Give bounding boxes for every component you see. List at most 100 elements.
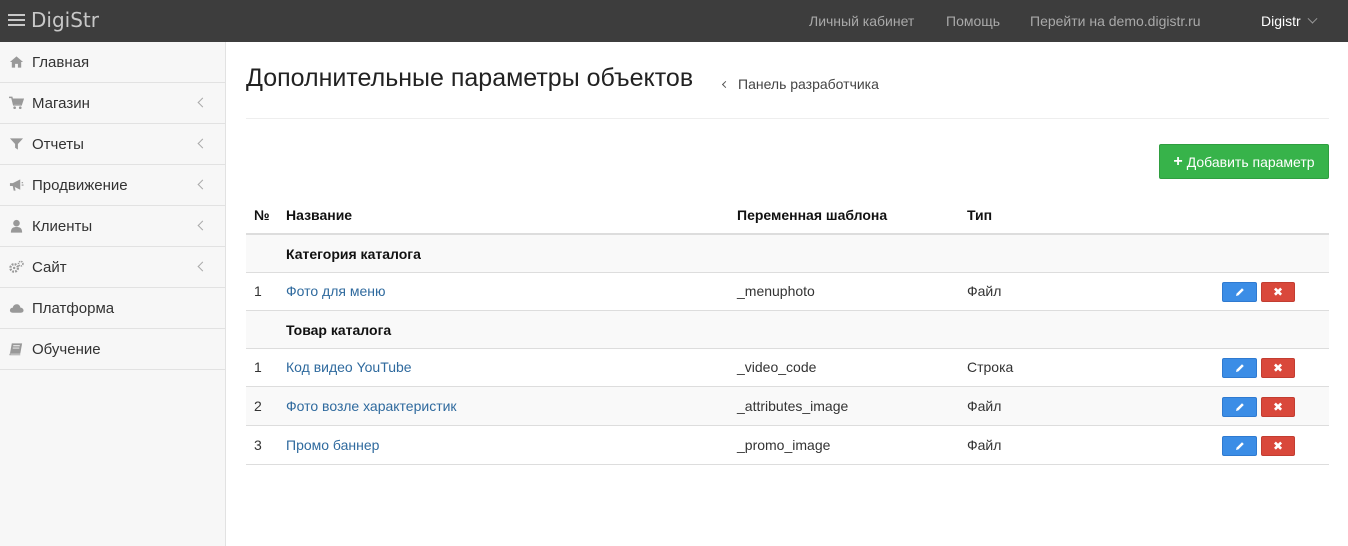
edit-button[interactable]: [1222, 397, 1257, 417]
sidebar-item-label: Отчеты: [32, 135, 84, 153]
close-icon: ✖: [1272, 400, 1284, 414]
nav-link-cabinet[interactable]: Личный кабинет: [809, 0, 914, 42]
gears-icon: [9, 260, 24, 273]
edit-button[interactable]: [1222, 436, 1257, 456]
chevron-left-icon: [197, 220, 208, 231]
add-parameter-label: Добавить параметр: [1186, 153, 1315, 170]
column-header-name: Название: [286, 207, 353, 223]
home-icon: [9, 56, 24, 68]
row-num: 3: [254, 437, 262, 453]
edit-button[interactable]: [1222, 358, 1257, 378]
top-navbar: DigiStr Личный кабинет Помощь Перейти на…: [0, 0, 1348, 42]
delete-button[interactable]: ✖: [1261, 358, 1295, 378]
group-title: Категория каталога: [286, 245, 421, 262]
row-name[interactable]: Код видео YouTube: [286, 359, 412, 375]
chevron-left-icon: [197, 179, 208, 190]
group-row: Категория каталога: [246, 235, 1329, 273]
row-num: 1: [254, 359, 262, 375]
row-name[interactable]: Фото для меню: [286, 283, 386, 299]
sidebar-item-label: Сайт: [32, 258, 67, 276]
pencil-icon: [1235, 288, 1244, 296]
sidebar-item-reports[interactable]: Отчеты: [0, 124, 225, 165]
user-name: Digistr: [1261, 13, 1301, 29]
filter-icon: [9, 138, 24, 150]
row-actions: ✖: [1222, 436, 1295, 456]
row-name[interactable]: Промо баннер: [286, 437, 379, 453]
sidebar-item-label: Обучение: [32, 340, 101, 358]
nav-link-help[interactable]: Помощь: [946, 0, 1000, 42]
row-type: Файл: [967, 398, 1002, 414]
table-row: 2 Фото возле характеристик _attributes_i…: [246, 387, 1329, 426]
delete-button[interactable]: ✖: [1261, 282, 1295, 302]
user-icon: [10, 219, 23, 233]
table-row: 1 Код видео YouTube _video_code Строка ✖: [246, 348, 1329, 387]
delete-button[interactable]: ✖: [1261, 436, 1295, 456]
breadcrumb: Панель разработчика: [719, 76, 879, 92]
close-icon: ✖: [1272, 439, 1284, 453]
user-menu[interactable]: Digistr: [1261, 0, 1318, 42]
sidebar-item-label: Продвижение: [32, 176, 128, 194]
row-name-link[interactable]: Промо баннер: [286, 426, 379, 464]
row-num: 2: [254, 398, 262, 414]
row-type: Строка: [967, 359, 1014, 375]
chevron-left-icon: [197, 261, 208, 272]
close-icon: ✖: [1272, 285, 1284, 299]
column-header-variable: Переменная шаблона: [737, 207, 888, 223]
app-name: DigiStr: [31, 8, 99, 32]
sidebar-item-shop[interactable]: Магазин: [0, 83, 225, 124]
divider: [246, 118, 1329, 119]
sidebar-item-label: Главная: [32, 53, 90, 71]
delete-button[interactable]: ✖: [1261, 397, 1295, 417]
bullhorn-icon: [9, 179, 24, 191]
sidebar-item-learning[interactable]: Обучение: [0, 329, 225, 370]
row-type: Файл: [967, 283, 1002, 299]
chevron-down-icon: [1307, 13, 1318, 24]
row-type: Файл: [967, 437, 1002, 453]
column-header-num: №: [254, 207, 270, 223]
sidebar-item-label: Платформа: [32, 299, 115, 317]
edit-button[interactable]: [1222, 282, 1257, 302]
table-row: 3 Промо баннер _promo_image Файл ✖: [246, 426, 1329, 465]
row-variable: _attributes_image: [737, 398, 849, 414]
row-actions: ✖: [1222, 358, 1295, 378]
group-row: Товар каталога: [246, 311, 1329, 349]
row-name-link[interactable]: Фото для меню: [286, 272, 386, 310]
nav-link-demo[interactable]: Перейти на demo.digistr.ru: [1030, 0, 1201, 42]
chevron-left-icon: [721, 80, 730, 88]
breadcrumb-item[interactable]: Панель разработчика: [738, 76, 879, 92]
sidebar-item-platform[interactable]: Платформа: [0, 288, 225, 329]
cloud-icon: [9, 304, 24, 313]
page-title: Дополнительные параметры объектов: [246, 64, 694, 92]
pencil-icon: [1235, 442, 1244, 450]
chevron-left-icon: [197, 97, 208, 108]
row-actions: ✖: [1222, 397, 1295, 417]
row-variable: _menuphoto: [737, 283, 815, 299]
row-name-link[interactable]: Код видео YouTube: [286, 348, 412, 386]
chevron-left-icon: [197, 138, 208, 149]
cart-icon: [9, 96, 24, 109]
row-actions: ✖: [1222, 282, 1295, 302]
book-icon: [9, 343, 23, 356]
row-name[interactable]: Фото возле характеристик: [286, 398, 457, 414]
row-num: 1: [254, 283, 262, 299]
sidebar-item-label: Клиенты: [32, 217, 93, 235]
sidebar: Главная Магазин Отчеты Продвижение Клиен…: [0, 42, 226, 546]
close-icon: ✖: [1272, 361, 1284, 375]
sidebar-item-label: Магазин: [32, 94, 90, 112]
table-row: 1 Фото для меню _menuphoto Файл ✖: [246, 272, 1329, 311]
app-logo[interactable]: DigiStr: [8, 8, 99, 32]
row-variable: _video_code: [737, 359, 817, 375]
table-header: № Название Переменная шаблона Тип: [246, 197, 1329, 235]
group-title: Товар каталога: [286, 321, 392, 338]
row-name-link[interactable]: Фото возле характеристик: [286, 387, 457, 425]
menu-toggle-icon[interactable]: [8, 14, 25, 26]
add-parameter-button[interactable]: + Добавить параметр: [1159, 144, 1329, 179]
plus-icon: +: [1173, 152, 1183, 170]
sidebar-item-site[interactable]: Сайт: [0, 247, 225, 288]
pencil-icon: [1235, 403, 1244, 411]
column-header-type: Тип: [967, 207, 993, 223]
pencil-icon: [1235, 364, 1244, 372]
sidebar-item-clients[interactable]: Клиенты: [0, 206, 225, 247]
sidebar-item-home[interactable]: Главная: [0, 42, 225, 83]
sidebar-item-promotion[interactable]: Продвижение: [0, 165, 225, 206]
